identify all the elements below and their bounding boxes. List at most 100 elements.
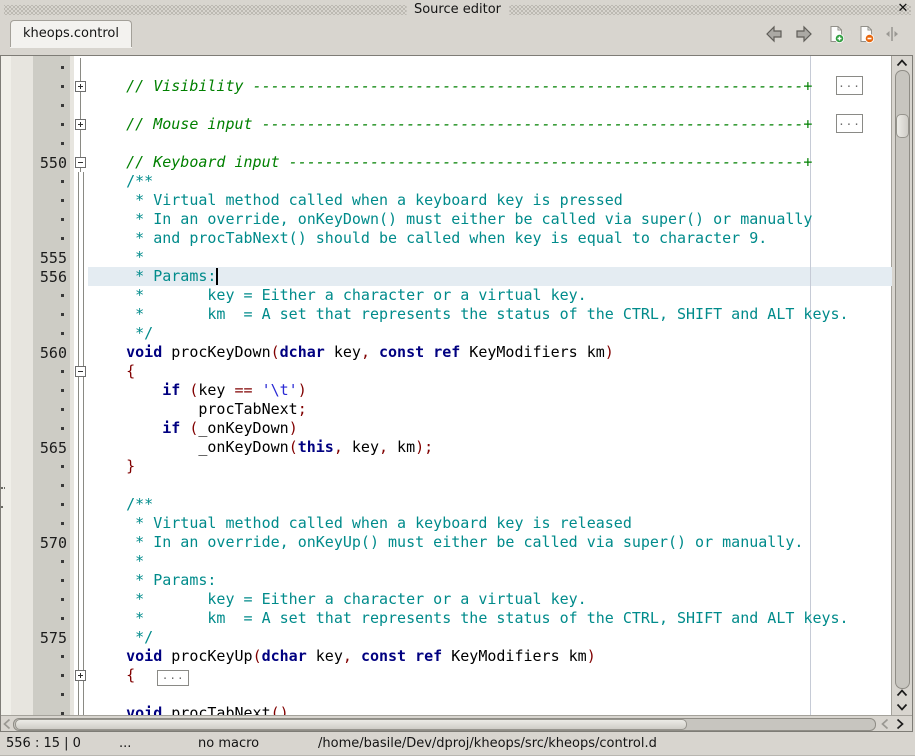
code-line[interactable]: if (key == '\t') — [88, 381, 892, 400]
tab-kheops-control[interactable]: kheops.control — [10, 20, 132, 47]
gutter-line-number — [33, 552, 70, 571]
fold-margin-cell[interactable] — [74, 362, 88, 381]
code-line[interactable]: * In an override, onKeyUp() must either … — [88, 533, 892, 552]
code-line[interactable]: * and procTabNext() should be called whe… — [88, 229, 892, 248]
fold-collapse-icon[interactable] — [75, 157, 86, 168]
fold-margin-cell — [74, 533, 88, 552]
vertical-scrollbar-track[interactable] — [895, 70, 910, 689]
fold-margin-cell — [74, 400, 88, 419]
split-view-icon[interactable] — [883, 25, 901, 43]
code-line[interactable]: // Mouse input -------------------------… — [88, 115, 892, 134]
code-editor[interactable]: 550555556560565570575 // Visibility ----… — [0, 55, 913, 732]
gutter-line-number — [33, 115, 70, 134]
code-line[interactable]: * Params: — [88, 267, 892, 286]
code-line[interactable] — [88, 58, 892, 77]
gutter-line-number: 560 — [33, 343, 70, 362]
document-remove-icon[interactable] — [857, 25, 875, 43]
gutter-line-number — [33, 457, 70, 476]
code-line[interactable] — [88, 96, 892, 115]
gutter-line-number — [33, 514, 70, 533]
code-line[interactable]: * km = A set that represents the status … — [88, 609, 892, 628]
status-file-path: /home/basile/Dev/dproj/kheops/src/kheops… — [318, 736, 657, 752]
code-line[interactable]: * Params: — [88, 571, 892, 590]
code-line[interactable]: } — [88, 457, 892, 476]
go-forward-icon[interactable] — [795, 25, 813, 43]
status-panel-2: ... — [119, 736, 131, 752]
code-line[interactable]: // Visibility --------------------------… — [88, 77, 892, 96]
text-caret — [216, 268, 218, 285]
fold-margin-cell[interactable] — [74, 77, 88, 96]
code-line[interactable]: { — [88, 362, 892, 381]
scroll-left-alt-icon[interactable] — [877, 716, 892, 731]
scroll-up-alt-icon[interactable] — [892, 686, 912, 700]
code-line[interactable]: void procKeyDown(dchar key, const ref Ke… — [88, 343, 892, 362]
code-line[interactable]: _onKeyDown(this, key, km); — [88, 438, 892, 457]
fold-margin-cell — [74, 229, 88, 248]
fold-expand-icon[interactable] — [75, 81, 86, 92]
code-line[interactable]: * key = Either a character or a virtual … — [88, 286, 892, 305]
fold-margin-cell[interactable] — [74, 153, 88, 172]
fold-margin-cell — [74, 457, 88, 476]
horizontal-scrollbar-track[interactable] — [13, 718, 876, 731]
code-line[interactable]: * Virtual method called when a keyboard … — [88, 191, 892, 210]
fold-margin-cell — [74, 210, 88, 229]
gutter-line-number: 555 — [33, 248, 70, 267]
fold-margin-cell[interactable] — [74, 666, 88, 685]
code-line[interactable]: * Virtual method called when a keyboard … — [88, 514, 892, 533]
go-back-icon[interactable] — [765, 25, 783, 43]
code-line[interactable]: void procTabNext() — [88, 704, 892, 715]
code-line[interactable]: // Keyboard input ----------------------… — [88, 153, 892, 172]
code-line[interactable]: */ — [88, 628, 892, 647]
code-line[interactable]: procTabNext; — [88, 400, 892, 419]
horizontal-scrollbar[interactable] — [1, 715, 912, 731]
collapsed-region-ellipsis[interactable]: ... — [836, 114, 863, 133]
splitter-grip[interactable] — [1, 487, 7, 491]
code-line[interactable]: * key = Either a character or a virtual … — [88, 590, 892, 609]
fold-margin-cell — [74, 552, 88, 571]
scroll-right-icon[interactable] — [892, 716, 907, 731]
scroll-up-icon[interactable] — [892, 56, 912, 70]
dock-titlebar[interactable]: Source editor ✕ — [0, 0, 915, 19]
code-line[interactable]: if (_onKeyDown) — [88, 419, 892, 438]
vertical-scrollbar[interactable] — [891, 56, 912, 715]
code-line[interactable]: * — [88, 552, 892, 571]
fold-expand-icon[interactable] — [75, 670, 86, 681]
fold-margin-cell — [74, 134, 88, 153]
fold-margin-cell — [74, 514, 88, 533]
code-line[interactable] — [88, 685, 892, 704]
code-line[interactable]: * km = A set that represents the status … — [88, 305, 892, 324]
gutter-line-number: 575 — [33, 628, 70, 647]
vertical-scrollbar-thumb[interactable] — [896, 114, 909, 138]
gutter-line-number — [33, 172, 70, 191]
gutter-line-number — [33, 647, 70, 666]
scroll-left-icon[interactable] — [1, 716, 13, 731]
code-line[interactable]: * — [88, 248, 892, 267]
horizontal-scrollbar-thumb[interactable] — [15, 719, 687, 730]
gutter-line-numbers: 550555556560565570575 — [33, 56, 70, 715]
document-add-icon[interactable] — [827, 25, 845, 43]
scroll-down-icon[interactable] — [892, 700, 912, 714]
code-line[interactable]: /** — [88, 172, 892, 191]
fold-expand-icon[interactable] — [75, 119, 86, 130]
status-bar: 556 : 15 | 0 ... no macro /home/basile/D… — [0, 732, 915, 756]
window-title: Source editor — [406, 1, 509, 18]
code-line[interactable]: */ — [88, 324, 892, 343]
code-line[interactable] — [88, 476, 892, 495]
status-macro-state: no macro — [198, 736, 259, 752]
gutter-line-number — [33, 191, 70, 210]
gutter-line-number — [33, 571, 70, 590]
collapsed-region-ellipsis[interactable]: ... — [836, 76, 863, 95]
code-line[interactable] — [88, 134, 892, 153]
code-area[interactable]: // Visibility --------------------------… — [88, 56, 892, 715]
fold-margin-cell — [74, 571, 88, 590]
code-line[interactable]: /** — [88, 495, 892, 514]
code-line[interactable]: void procKeyUp(dchar key, const ref KeyM… — [88, 647, 892, 666]
fold-collapse-icon[interactable] — [75, 366, 86, 377]
gutter-fold-margin[interactable] — [74, 56, 88, 715]
code-line[interactable]: {... — [88, 666, 892, 685]
code-line[interactable]: * In an override, onKeyDown() must eithe… — [88, 210, 892, 229]
close-icon[interactable]: ✕ — [896, 1, 910, 17]
gutter-line-number — [33, 400, 70, 419]
collapsed-fold-ellipsis[interactable]: ... — [157, 670, 189, 686]
fold-margin-cell[interactable] — [74, 115, 88, 134]
